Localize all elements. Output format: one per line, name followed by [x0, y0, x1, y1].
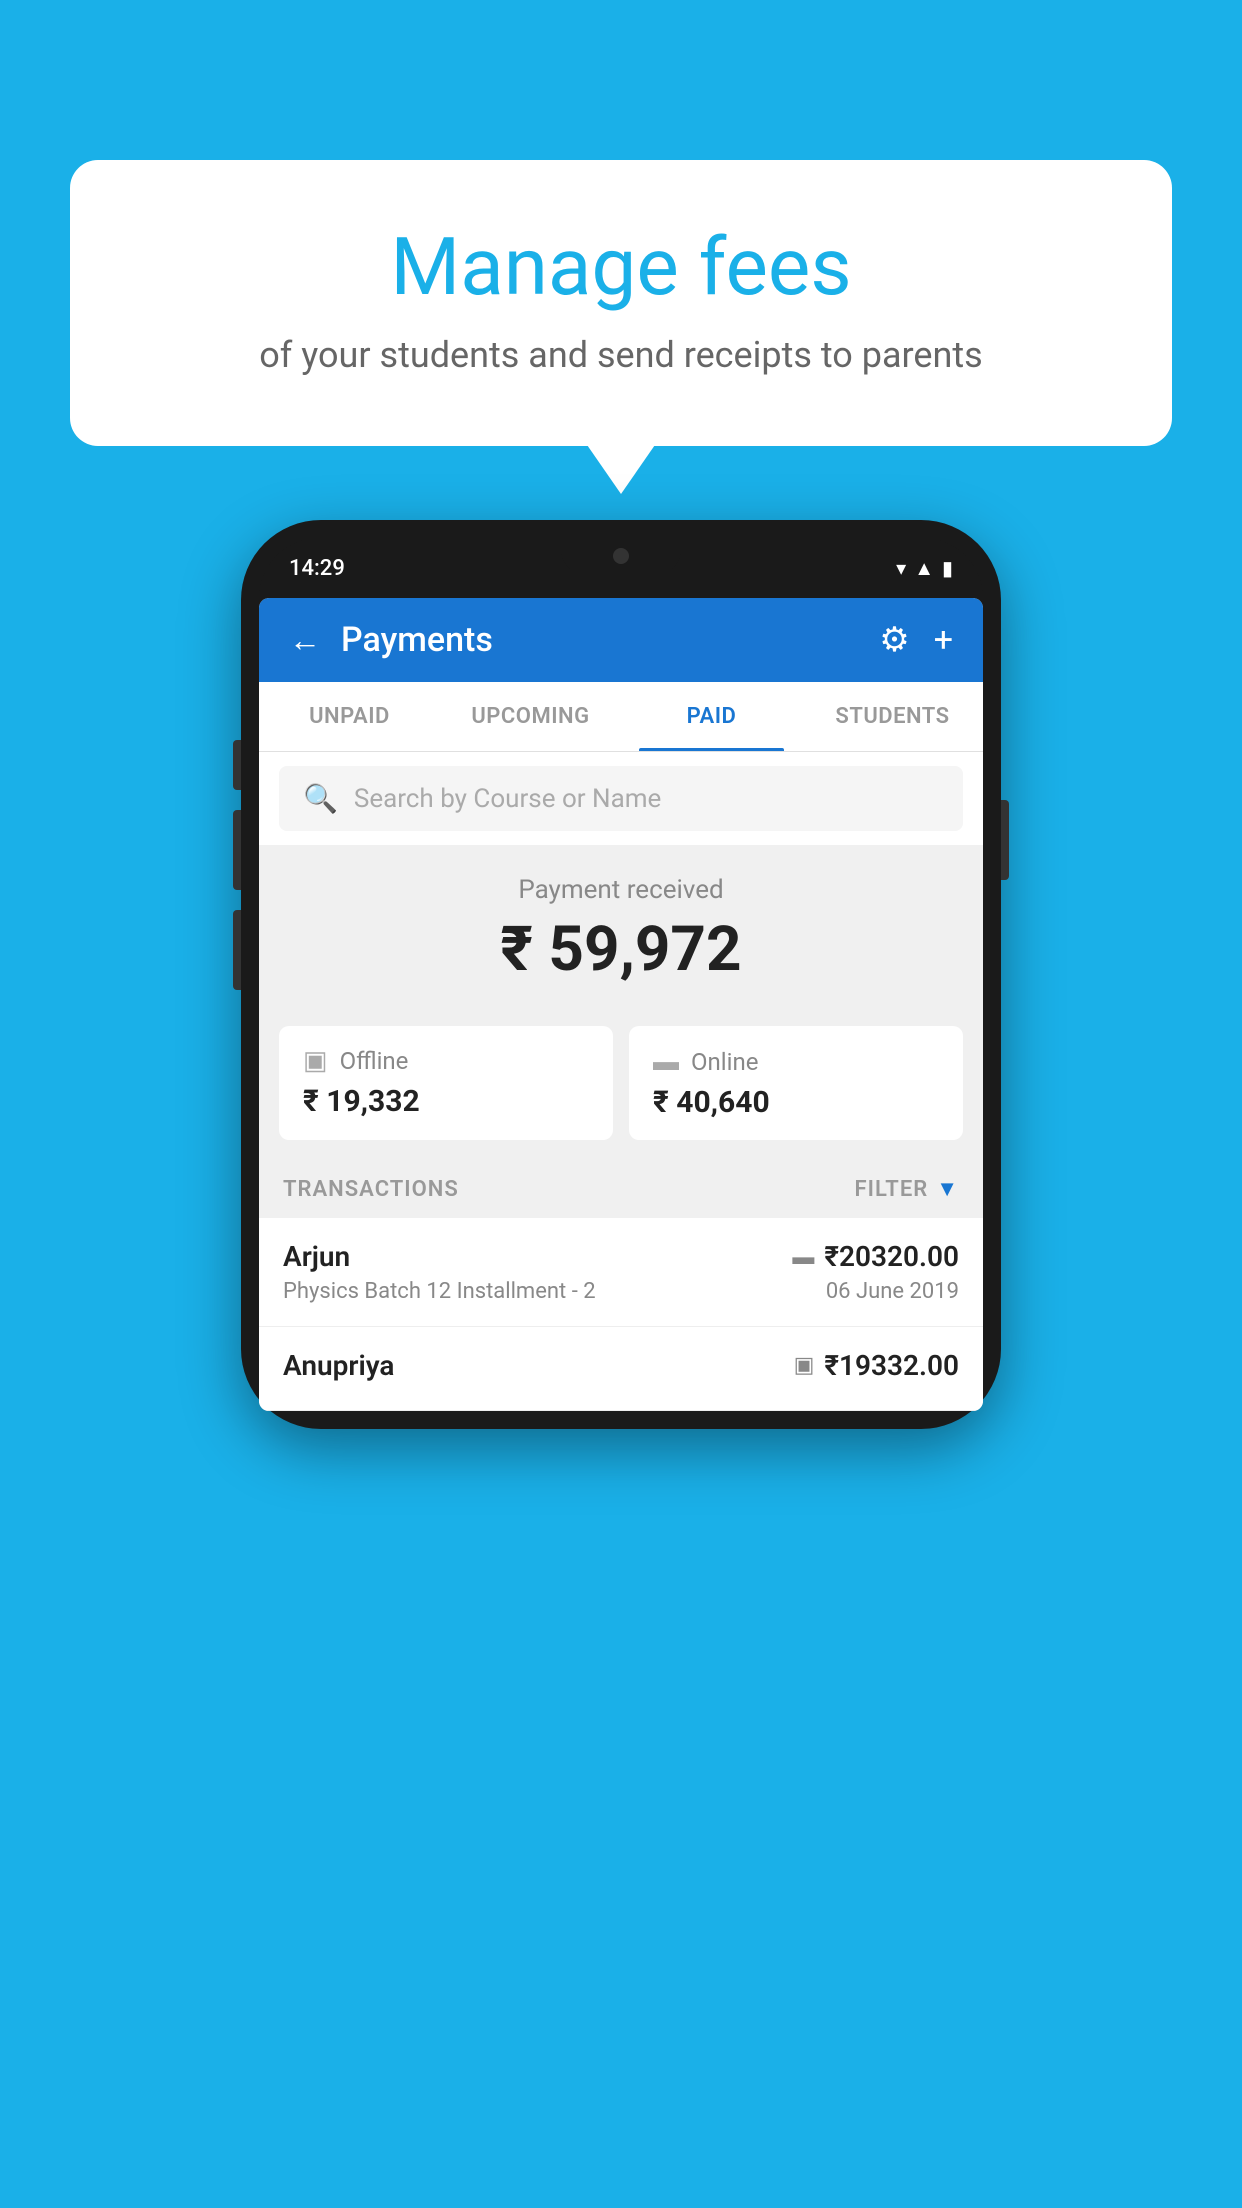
wifi-icon: ▾ [896, 556, 906, 580]
tab-students[interactable]: STUDENTS [802, 682, 983, 751]
transactions-label: TRANSACTIONS [283, 1177, 459, 1202]
offline-icon: ▣ [303, 1046, 328, 1076]
offline-amount: ₹ 19,332 [303, 1084, 589, 1119]
offline-card: ▣ Offline ₹ 19,332 [279, 1026, 613, 1140]
volume-down-button [233, 910, 241, 990]
transaction-name: Arjun [283, 1240, 350, 1273]
payment-total-amount: ₹ 59,972 [279, 913, 963, 986]
transactions-header: TRANSACTIONS FILTER ▼ [259, 1160, 983, 1218]
speech-bubble: Manage fees of your students and send re… [70, 160, 1172, 446]
battery-icon: ▮ [942, 556, 953, 580]
offline-label: Offline [340, 1047, 409, 1075]
tab-upcoming[interactable]: UPCOMING [440, 682, 621, 751]
payment-cards: ▣ Offline ₹ 19,332 ▬ Online ₹ 40,640 [259, 1026, 983, 1160]
search-bar[interactable]: 🔍 Search by Course or Name [279, 766, 963, 831]
front-camera [613, 548, 629, 564]
status-bar: 14:29 ▾ ▲ ▮ [259, 538, 983, 598]
back-button[interactable]: ← [289, 621, 321, 659]
phone-frame: 14:29 ▾ ▲ ▮ ← Payments ⚙ + [241, 520, 1001, 1429]
search-input[interactable]: Search by Course or Name [354, 784, 661, 814]
online-card: ▬ Online ₹ 40,640 [629, 1026, 963, 1140]
search-bar-container: 🔍 Search by Course or Name [259, 752, 983, 845]
bubble-subtitle: of your students and send receipts to pa… [150, 334, 1092, 376]
header-title: Payments [341, 620, 493, 660]
transaction-bottom: Physics Batch 12 Installment - 2 06 June… [283, 1279, 959, 1304]
payment-received-label: Payment received [279, 875, 963, 905]
table-row[interactable]: Anupriya ▣ ₹19332.00 [259, 1327, 983, 1411]
volume-silent-button [233, 740, 241, 790]
bubble-title: Manage fees [150, 220, 1092, 314]
status-icons: ▾ ▲ ▮ [896, 556, 953, 581]
power-button [1001, 800, 1009, 880]
offline-payment-icon: ▣ [794, 1353, 815, 1378]
online-amount: ₹ 40,640 [653, 1085, 939, 1120]
phone-container: 14:29 ▾ ▲ ▮ ← Payments ⚙ + [241, 520, 1001, 1429]
transaction-top: Arjun ▬ ₹20320.00 [283, 1240, 959, 1273]
payment-received-section: Payment received ₹ 59,972 [259, 845, 983, 1026]
settings-icon[interactable]: ⚙ [879, 620, 909, 660]
filter-icon: ▼ [936, 1176, 959, 1202]
online-icon: ▬ [653, 1046, 679, 1077]
transaction-top: Anupriya ▣ ₹19332.00 [283, 1349, 959, 1382]
speech-bubble-container: Manage fees of your students and send re… [70, 160, 1172, 446]
tab-paid[interactable]: PAID [621, 682, 802, 751]
filter-button[interactable]: FILTER ▼ [855, 1176, 959, 1202]
notch [561, 538, 681, 574]
status-time: 14:29 [289, 556, 345, 581]
phone-screen: ← Payments ⚙ + UNPAID UPCOMING PAID [259, 598, 983, 1411]
transaction-amount: ₹19332.00 [824, 1349, 959, 1382]
signal-icon: ▲ [914, 556, 934, 581]
header-left: ← Payments [289, 620, 493, 660]
online-label: Online [691, 1048, 758, 1076]
offline-card-header: ▣ Offline [303, 1046, 589, 1076]
table-row[interactable]: Arjun ▬ ₹20320.00 Physics Batch 12 Insta… [259, 1218, 983, 1327]
volume-up-button [233, 810, 241, 890]
app-header: ← Payments ⚙ + [259, 598, 983, 682]
transaction-amount-row: ▣ ₹19332.00 [794, 1349, 959, 1382]
search-icon: 🔍 [303, 782, 338, 815]
transaction-name: Anupriya [283, 1349, 394, 1382]
header-right: ⚙ + [879, 620, 953, 660]
tab-unpaid[interactable]: UNPAID [259, 682, 440, 751]
tabs-container: UNPAID UPCOMING PAID STUDENTS [259, 682, 983, 752]
online-payment-icon: ▬ [792, 1244, 814, 1270]
transaction-amount-row: ▬ ₹20320.00 [792, 1240, 959, 1273]
transaction-desc: Physics Batch 12 Installment - 2 [283, 1279, 596, 1304]
transaction-amount: ₹20320.00 [824, 1240, 959, 1273]
add-icon[interactable]: + [934, 620, 953, 660]
transaction-date: 06 June 2019 [826, 1279, 959, 1304]
online-card-header: ▬ Online [653, 1046, 939, 1077]
